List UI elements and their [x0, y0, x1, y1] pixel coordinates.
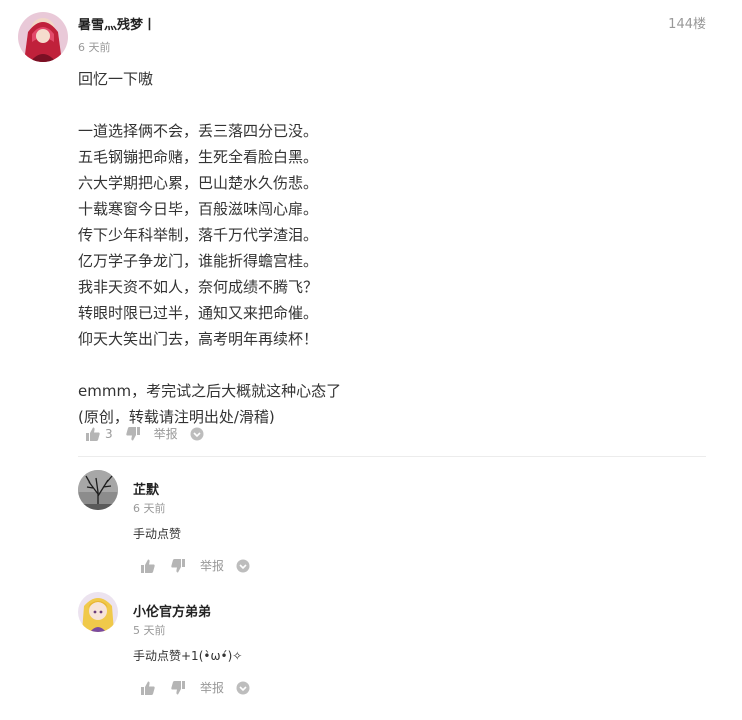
- comment-body: 回忆一下嗷一道选择俩不会，丢三落四分已没。 五毛钢镚把命赌，生死全看脸白黑。 六大学…: [78, 66, 698, 430]
- reply-username[interactable]: 芷默: [133, 479, 159, 498]
- comment-line: 转眼时限已过半，通知又来把命催。: [78, 304, 319, 322]
- floor-number: 144楼: [668, 17, 706, 32]
- thumbs-down-icon[interactable]: [171, 680, 185, 695]
- main-username[interactable]: 暑雪灬残梦丨: [78, 14, 156, 33]
- comment-line: 仰天大笑出门去，高考明年再续杯！: [78, 330, 319, 348]
- reply-action-bar: 举报: [141, 557, 250, 574]
- main-timestamp: 6 天前: [78, 41, 111, 54]
- reply-timestamp: 6 天前: [133, 502, 166, 515]
- comment-line: emmm，考完试之后大概就这种心态了: [78, 382, 342, 400]
- comment-line: 传下少年科举制，落千万代学渣泪。: [78, 226, 319, 244]
- reply-avatar[interactable]: [78, 592, 118, 632]
- thumbs-up-icon[interactable]: [141, 559, 155, 573]
- reply-action-bar: 举报: [141, 679, 250, 696]
- comment-line: 五毛钢镚把命赌，生死全看脸白黑。: [78, 148, 319, 166]
- comment-line: 十载寒窗今日毕，百般滋味闯心扉。: [78, 200, 319, 218]
- thumbs-up-icon[interactable]: [86, 427, 100, 441]
- reply-username[interactable]: 小伦官方弟弟: [133, 601, 211, 620]
- main-avatar[interactable]: [18, 12, 68, 62]
- chevron-down-circle-icon[interactable]: [236, 681, 250, 695]
- comment-line: 亿万学子争龙门，谁能折得蟾宫桂。: [78, 252, 319, 270]
- main-action-bar: 3 举报: [86, 425, 204, 442]
- thumbs-down-icon[interactable]: [171, 558, 185, 573]
- report-link[interactable]: 举报: [200, 557, 224, 574]
- reply-text: 手动点赞+1(•̀ω•́)✧: [133, 649, 243, 663]
- reply-avatar[interactable]: [78, 470, 118, 510]
- thumbs-up-icon[interactable]: [141, 681, 155, 695]
- comment-line: 我非天资不如人，奈何成绩不腾飞？: [78, 278, 319, 296]
- comment-line: 六大学期把心累，巴山楚水久伤悲。: [78, 174, 319, 192]
- reply-text: 手动点赞: [133, 527, 182, 541]
- comment-line: 回忆一下嗷: [78, 70, 154, 88]
- reply-divider: [78, 456, 706, 457]
- report-link[interactable]: 举报: [200, 679, 224, 696]
- reply-timestamp: 5 天前: [133, 624, 166, 637]
- report-link[interactable]: 举报: [154, 425, 178, 442]
- comment-line: 一道选择俩不会，丢三落四分已没。: [78, 122, 319, 140]
- chevron-down-circle-icon[interactable]: [190, 427, 204, 441]
- thumbs-down-icon[interactable]: [125, 426, 140, 441]
- chevron-down-circle-icon[interactable]: [236, 559, 250, 573]
- like-count: 3: [105, 426, 113, 441]
